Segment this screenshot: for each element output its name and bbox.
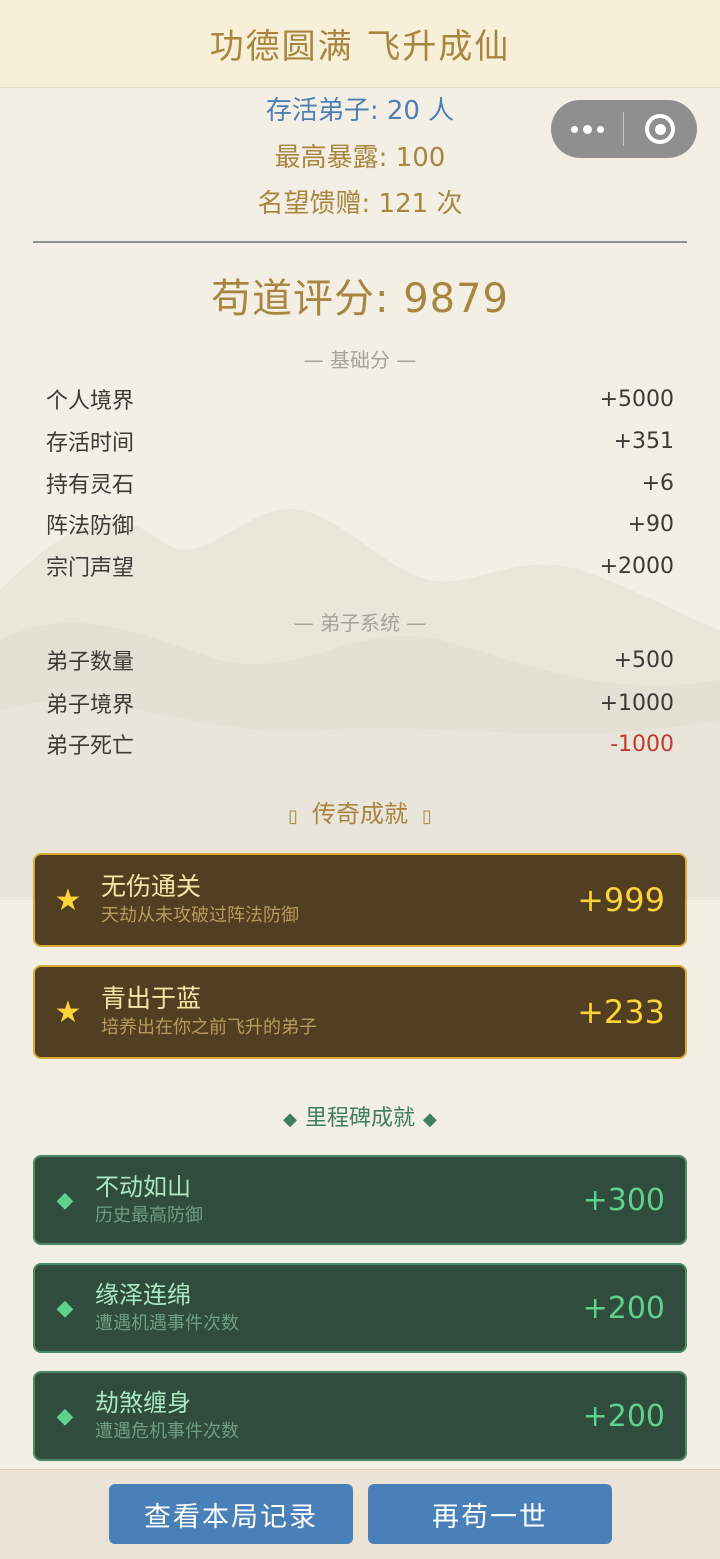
score-row-value: +6 [641, 470, 674, 496]
score-row-label: 弟子境界 [46, 693, 135, 718]
bottom-action-bar: 查看本局记录 再苟一世 [0, 1469, 720, 1559]
mini-program-capsule [551, 100, 697, 158]
legendary-section-title: ▯ 传奇成就 ▯ [0, 794, 720, 829]
box-glyph-icon: ▯ [288, 806, 298, 827]
score-row: 阵法防御 +90 [46, 507, 674, 541]
score-row: 持有灵石 +6 [46, 466, 674, 500]
score-row-label: 存活时间 [46, 431, 135, 456]
score-row-value: +2000 [599, 553, 674, 579]
more-dots-icon[interactable] [551, 124, 623, 134]
achievement-name: 无伤通关 [101, 872, 202, 901]
achievement-points: +233 [577, 993, 665, 1031]
achievement-desc: 培养出在你之前飞升的弟子 [101, 1017, 317, 1038]
score-row-value: +500 [613, 647, 674, 673]
milestone-title-text: 里程碑成就 [304, 1106, 415, 1131]
score-row: 存活时间 +351 [46, 424, 674, 458]
legendary-title-text: 传奇成就 [312, 800, 408, 828]
score-row-label: 阵法防御 [46, 514, 135, 539]
score-row-value: +351 [613, 428, 674, 454]
milestone-desc: 遭遇危机事件次数 [95, 1421, 239, 1442]
score-row-label: 持有灵石 [46, 473, 135, 498]
achievement-points: +999 [577, 881, 665, 919]
diamond-icon: ◆ [56, 1187, 74, 1213]
score-row-label: 弟子数量 [46, 650, 135, 675]
achievement-name: 青出于蓝 [101, 984, 202, 1013]
divider [33, 241, 687, 243]
achievement-desc: 天劫从未攻破过阵法防御 [101, 905, 299, 926]
diamond-icon: ◆ [56, 1403, 74, 1429]
score-row-label: 弟子死亡 [46, 734, 135, 759]
score-row-label: 宗门声望 [46, 556, 135, 581]
score-row: 弟子境界 +1000 [46, 686, 674, 720]
milestone-points: +200 [582, 1398, 665, 1434]
star-icon: ★ [54, 994, 82, 1030]
score-row-value: +1000 [599, 690, 674, 716]
diamond-icon: ◆ [423, 1109, 437, 1130]
legendary-achievement-card: ★ 无伤通关 天劫从未攻破过阵法防御 +999 [33, 853, 687, 947]
milestone-name: 劫煞缠身 [95, 1389, 191, 1417]
milestone-section-title: ◆ 里程碑成就 ◆ [0, 1100, 720, 1132]
milestone-name: 缘泽连绵 [95, 1281, 191, 1309]
base-section-title: — 基础分 — [303, 348, 417, 372]
score-row-value-negative: -1000 [610, 731, 674, 757]
score-row: 宗门声望 +2000 [46, 549, 674, 583]
replay-button[interactable]: 再苟一世 [368, 1484, 612, 1544]
app-header: 功德圆满 飞升成仙 [0, 0, 720, 88]
milestone-desc: 遭遇机遇事件次数 [95, 1313, 239, 1334]
score-row: 弟子数量 +500 [46, 643, 674, 677]
milestone-points: +200 [582, 1290, 665, 1326]
star-icon: ★ [54, 882, 82, 918]
milestone-achievement-card: ◆ 不动如山 历史最高防御 +300 [33, 1155, 687, 1245]
score-row: 个人境界 +5000 [46, 382, 674, 416]
diamond-icon: ◆ [56, 1295, 74, 1321]
target-close-icon[interactable] [624, 114, 696, 144]
score-row-value: +5000 [599, 386, 674, 412]
disciple-section-title: — 弟子系统 — [293, 611, 427, 635]
score-row-label: 个人境界 [46, 389, 135, 414]
milestone-desc: 历史最高防御 [95, 1205, 203, 1226]
total-score: 苟道评分: 9879 [211, 276, 509, 322]
milestone-points: +300 [582, 1182, 665, 1218]
box-glyph-icon: ▯ [422, 806, 432, 827]
diamond-icon: ◆ [283, 1109, 297, 1130]
milestone-achievement-card: ◆ 劫煞缠身 遭遇危机事件次数 +200 [33, 1371, 687, 1461]
fame-gifts-stat: 名望馈赠: 121 次 [257, 189, 463, 219]
milestone-name: 不动如山 [95, 1173, 191, 1201]
view-record-button[interactable]: 查看本局记录 [109, 1484, 353, 1544]
milestone-achievement-card: ◆ 缘泽连绵 遭遇机遇事件次数 +200 [33, 1263, 687, 1353]
legendary-achievement-card: ★ 青出于蓝 培养出在你之前飞升的弟子 +233 [33, 965, 687, 1059]
results-page: 功德圆满 飞升成仙 存活弟子: 20 人 最高暴露: 100 名望馈赠: 121… [0, 0, 720, 1559]
page-title: 功德圆满 飞升成仙 [209, 27, 511, 67]
score-row: 弟子死亡 -1000 [46, 727, 674, 761]
score-row-value: +90 [627, 511, 674, 537]
